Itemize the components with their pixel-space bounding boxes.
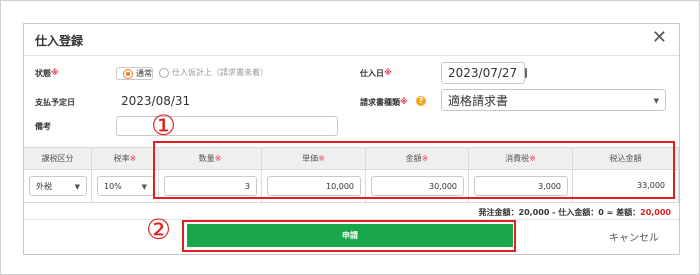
cancel-button[interactable]: キャンセル: [609, 229, 659, 244]
radio-unselected-icon: [159, 67, 169, 78]
header-tax-category: 課税区分: [24, 147, 92, 170]
status-label: 状態※: [35, 68, 59, 78]
chevron-down-icon: ▼: [74, 182, 80, 191]
annotation-box-1: [153, 141, 675, 199]
radio-selected-icon: [123, 68, 133, 79]
tax-rate-select[interactable]: 10% ▼: [97, 176, 154, 196]
difference-value: 20,000: [640, 208, 671, 217]
required-mark: ※: [51, 68, 59, 77]
dialog-header: 仕入登録 ✕: [24, 24, 679, 56]
help-icon[interactable]: ?: [416, 96, 426, 106]
dialog-title: 仕入登録: [35, 34, 84, 48]
required-mark: ※: [384, 68, 392, 77]
chevron-down-icon: ▼: [653, 96, 659, 105]
screenshot-frame: 仕入登録 ✕ 状態※ 通常 仕入仮計上（請求書未着） 仕入日※ 2023/07/…: [0, 0, 700, 275]
summary-line: 発注金額：20,000 - 仕入金額：0 = 差額：20,000: [478, 208, 671, 217]
calendar-icon[interactable]: [525, 68, 528, 78]
annotation-marker-1: ①: [151, 109, 177, 142]
purchase-date-label: 仕入日※: [360, 68, 392, 78]
chevron-down-icon: ▼: [141, 182, 147, 191]
annotation-marker-2: ②: [146, 213, 172, 246]
invoice-type-label: 請求書種類※: [360, 97, 408, 107]
payment-date-value: 2023/08/31: [121, 94, 191, 108]
purchase-date-input[interactable]: 2023/07/27: [441, 62, 528, 84]
close-icon[interactable]: ✕: [652, 28, 667, 48]
status-radio-provisional[interactable]: 仕入仮計上（請求書未着）: [159, 67, 268, 78]
header-tax-rate: 税率 ※: [92, 147, 159, 170]
payment-date-label: 支払予定日: [35, 98, 75, 107]
required-mark: ※: [129, 154, 137, 163]
status-radio-normal[interactable]: 通常: [116, 67, 153, 80]
note-input[interactable]: [116, 116, 338, 136]
invoice-type-select[interactable]: 適格請求書 ▼: [441, 89, 666, 111]
note-label: 備考: [35, 122, 51, 131]
tax-category-select[interactable]: 外税 ▼: [29, 176, 87, 196]
annotation-box-2: [182, 220, 516, 252]
required-mark: ※: [400, 97, 408, 106]
